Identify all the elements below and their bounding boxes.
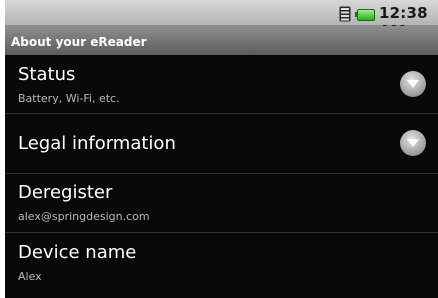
list-item-summary: Battery, Wi-Fi, etc. <box>18 92 120 105</box>
list-item-summary: Alex <box>18 270 42 283</box>
battery-icon <box>355 9 375 21</box>
list-item-title: Legal information <box>18 133 176 154</box>
chevron-down-circle-icon[interactable] <box>400 130 426 156</box>
list-item-device-name[interactable]: Device name Alex <box>5 233 438 293</box>
page-title: About your eReader <box>11 35 147 49</box>
chevron-down-circle-icon[interactable] <box>400 71 426 97</box>
list-item-title: Deregister <box>18 182 113 203</box>
list-item-title: Status <box>18 64 76 85</box>
settings-list: Status Battery, Wi-Fi, etc. Legal inform… <box>5 55 438 298</box>
screen: 12:38 AM About your eReader Status Batte… <box>0 0 438 298</box>
list-item-status[interactable]: Status Battery, Wi-Fi, etc. <box>5 55 438 114</box>
list-item-summary: alex@springdesign.com <box>18 210 150 223</box>
title-bar: About your eReader <box>5 26 438 55</box>
signal-icon <box>339 6 351 22</box>
list-item-title: Device name <box>18 242 137 263</box>
list-item-legal-information[interactable]: Legal information <box>5 114 438 174</box>
list-item-deregister[interactable]: Deregister alex@springdesign.com <box>5 174 438 233</box>
status-bar: 12:38 AM <box>5 0 438 40</box>
